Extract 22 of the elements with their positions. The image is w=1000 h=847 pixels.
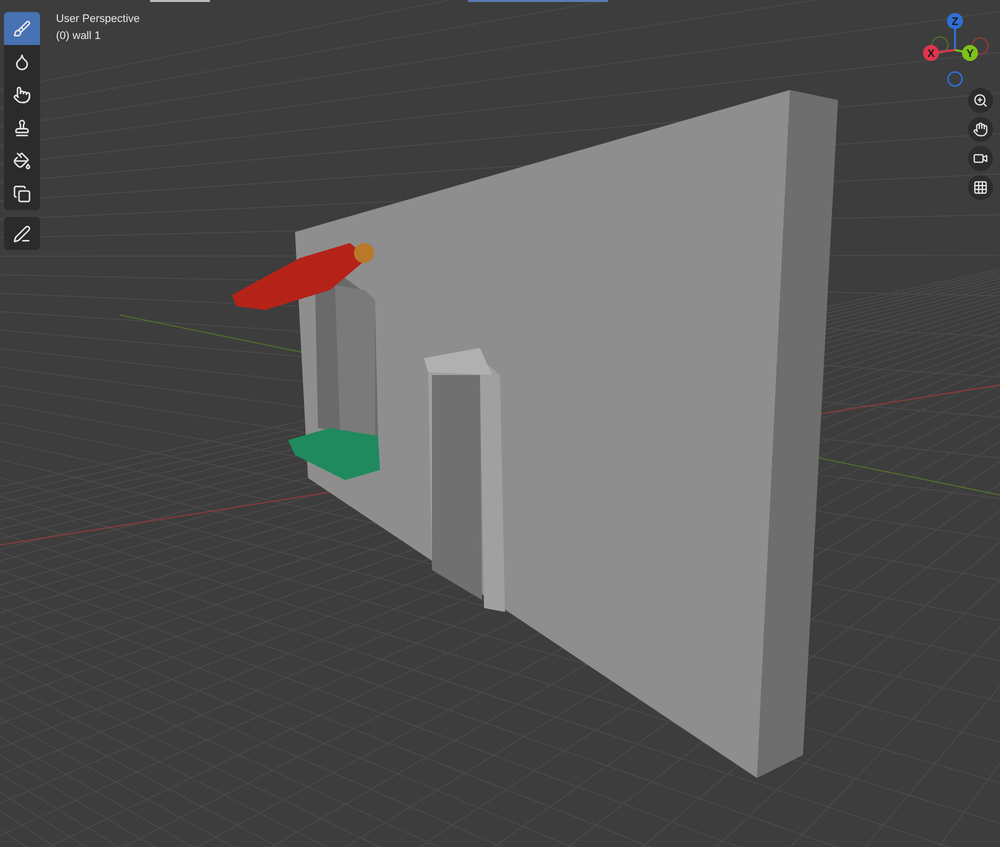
negative-axis-handle[interactable] (947, 71, 963, 87)
header-tab-edge (150, 0, 210, 2)
camera-view-button[interactable] (968, 146, 993, 171)
view-name: User Perspective (56, 12, 140, 26)
hand-icon (973, 122, 988, 137)
perspective-toggle-button[interactable] (968, 175, 993, 200)
pan-button[interactable] (968, 117, 993, 142)
brush-icon (13, 20, 31, 38)
drop-icon (13, 52, 31, 70)
object-label: (0) wall 1 (56, 29, 102, 43)
annotate-tool-button[interactable] (4, 217, 40, 250)
zoom-button[interactable] (968, 88, 993, 113)
stamp-icon (13, 118, 31, 136)
axis-handle[interactable]: Z (947, 13, 963, 50)
overlapping-squares-icon (13, 184, 31, 202)
paint-bucket-icon (13, 152, 31, 170)
grid-icon (973, 180, 988, 195)
pen-icon (13, 224, 31, 242)
finger-icon (13, 86, 31, 104)
zoom-icon (973, 93, 988, 108)
axis-handle[interactable]: X (923, 45, 956, 61)
camera-icon (973, 151, 988, 166)
